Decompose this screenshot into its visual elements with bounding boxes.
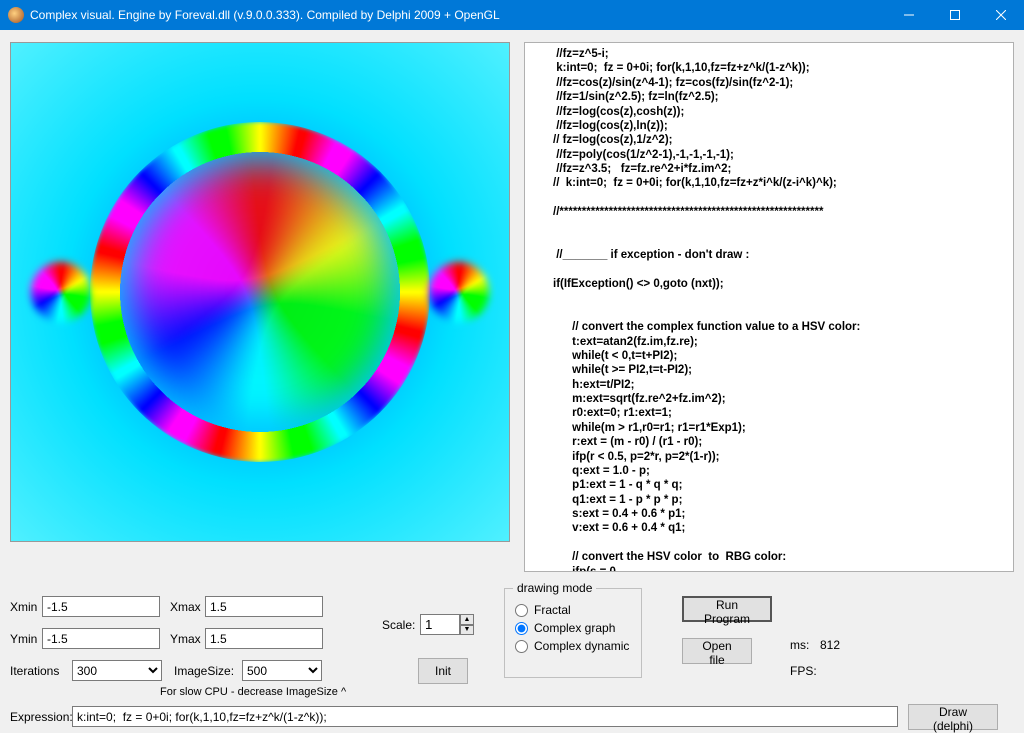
scale-up-icon[interactable]: ▲ [460, 614, 474, 625]
scale-label: Scale: [382, 618, 415, 632]
radio-fractal[interactable]: Fractal [515, 603, 631, 617]
client-area: //fz=z^5-i; k:int=0; fz = 0+0i; for(k,1,… [0, 30, 1024, 722]
ymin-input[interactable] [42, 628, 160, 649]
fps-label: FPS: [790, 664, 817, 678]
window-title: Complex visual. Engine by Foreval.dll (v… [30, 8, 886, 22]
init-button[interactable]: Init [418, 658, 468, 684]
imagesize-select[interactable]: 500 [242, 660, 322, 681]
scale-down-icon[interactable]: ▼ [460, 625, 474, 636]
scale-spinner[interactable]: ▲ ▼ [420, 614, 474, 635]
ms-label: ms: [790, 638, 809, 652]
xmin-label: Xmin [10, 600, 37, 614]
ymax-label: Ymax [170, 632, 201, 646]
radio-complex-graph[interactable]: Complex graph [515, 621, 631, 635]
radio-complex-dynamic[interactable]: Complex dynamic [515, 639, 631, 653]
maximize-button[interactable] [932, 0, 978, 30]
drawing-mode-legend: drawing mode [513, 581, 596, 595]
ymin-label: Ymin [10, 632, 37, 646]
hint-label: For slow CPU - decrease ImageSize ^ [160, 686, 346, 698]
run-program-button[interactable]: Run Program [682, 596, 772, 622]
imagesize-label: ImageSize: [174, 664, 234, 678]
minimize-button[interactable] [886, 0, 932, 30]
controls-panel: Xmin Xmax Ymin Ymax Iterations 300 Image… [10, 588, 1014, 722]
close-button[interactable] [978, 0, 1024, 30]
draw-button[interactable]: Draw (delphi) [908, 704, 998, 730]
scale-input[interactable] [420, 614, 460, 635]
xmax-label: Xmax [170, 600, 201, 614]
iterations-select[interactable]: 300 [72, 660, 162, 681]
xmax-input[interactable] [205, 596, 323, 617]
app-icon [8, 7, 24, 23]
ymax-input[interactable] [205, 628, 323, 649]
xmin-input[interactable] [42, 596, 160, 617]
render-canvas [10, 42, 510, 542]
expression-input[interactable] [72, 706, 898, 727]
titlebar: Complex visual. Engine by Foreval.dll (v… [0, 0, 1024, 30]
ms-value: 812 [820, 638, 840, 652]
code-editor[interactable]: //fz=z^5-i; k:int=0; fz = 0+0i; for(k,1,… [524, 42, 1014, 572]
drawing-mode-group: drawing mode Fractal Complex graph Compl… [504, 588, 642, 678]
iterations-label: Iterations [10, 664, 59, 678]
open-file-button[interactable]: Open file [682, 638, 752, 664]
